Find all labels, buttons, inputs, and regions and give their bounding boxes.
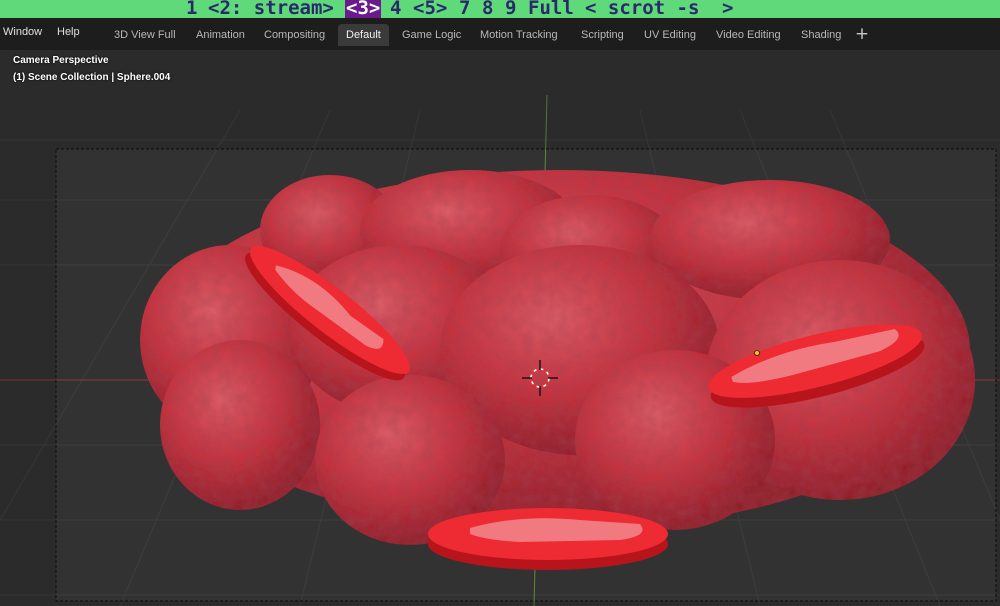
workspace-7[interactable]: 7 [459, 0, 470, 18]
disc-bottom [428, 508, 668, 570]
tab-motion-tracking[interactable]: Motion Tracking [472, 24, 566, 46]
tab-animation[interactable]: Animation [188, 24, 253, 46]
workspace-5[interactable]: <5> [413, 0, 447, 18]
workspace-4[interactable]: 4 [390, 0, 401, 18]
3d-viewport[interactable]: Camera Perspective (1) Scene Collection … [0, 50, 1000, 606]
add-workspace-button[interactable]: + [851, 24, 873, 46]
scrot-command[interactable]: < scrot -s [585, 0, 699, 18]
viewport-scene[interactable] [0, 50, 1000, 606]
tab-compositing[interactable]: Compositing [256, 24, 333, 46]
workspace-9[interactable]: 9 [505, 0, 516, 18]
menu-window[interactable]: Window [3, 26, 42, 38]
workspace-1[interactable]: 1 [186, 0, 197, 18]
object-origin-dot [754, 350, 760, 356]
tab-3d-view-full[interactable]: 3D View Full [106, 24, 184, 46]
top-header: Window Help 3D View Full Animation Compo… [0, 18, 1000, 50]
tab-video-editing[interactable]: Video Editing [708, 24, 789, 46]
workspace-8[interactable]: 8 [482, 0, 493, 18]
collection-label: (1) Scene Collection | Sphere.004 [13, 72, 171, 83]
wm-arrow[interactable]: > [722, 0, 733, 18]
tab-uv-editing[interactable]: UV Editing [636, 24, 704, 46]
tab-game-logic[interactable]: Game Logic [394, 24, 469, 46]
tab-shading[interactable]: Shading [793, 24, 849, 46]
view-label: Camera Perspective [13, 55, 109, 66]
tab-default[interactable]: Default [338, 24, 389, 46]
window-manager-bar: 1 <2: stream> <3> 4 <5> 7 8 9 Full < scr… [0, 0, 1000, 18]
workspace-3[interactable]: <3> [345, 0, 382, 18]
tab-scripting[interactable]: Scripting [573, 24, 632, 46]
menu-help[interactable]: Help [57, 26, 80, 38]
workspace-full[interactable]: Full [528, 0, 574, 18]
workspace-2[interactable]: <2: stream> [208, 0, 334, 18]
